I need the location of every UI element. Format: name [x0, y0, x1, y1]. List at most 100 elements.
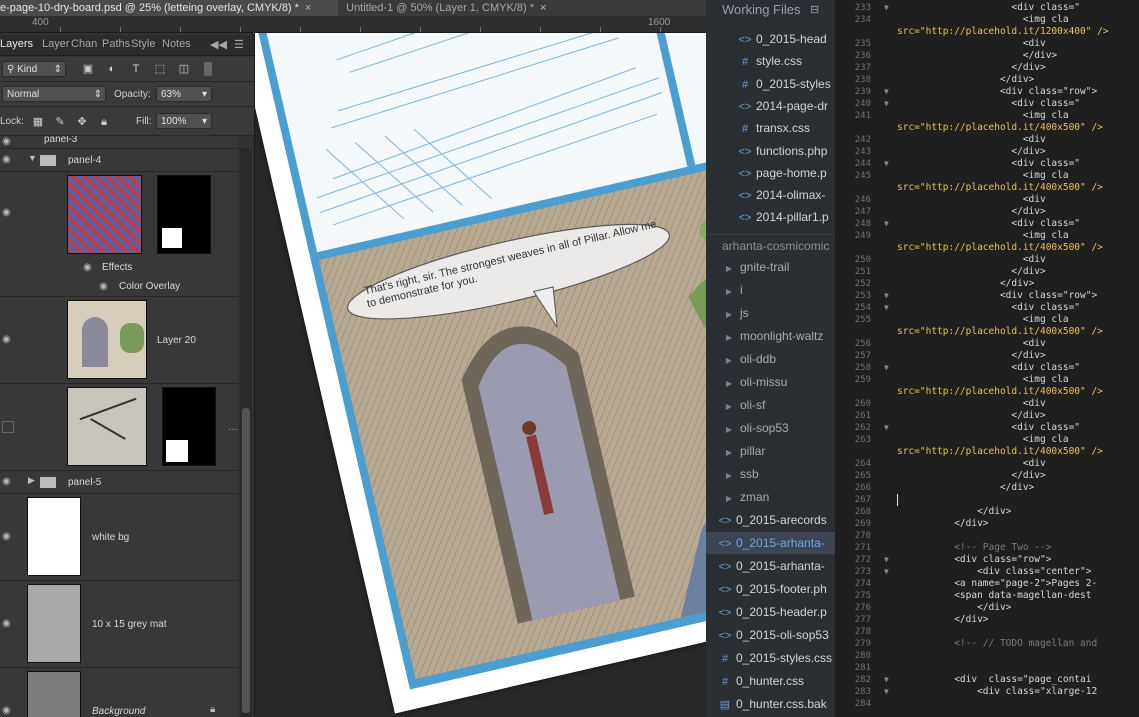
project-file-item[interactable]: #0_hunter.css	[706, 670, 835, 692]
layer-group-row[interactable]: ◉ ▼ panel-4	[0, 149, 238, 172]
fold-arrow-icon[interactable]: ▼	[884, 218, 889, 230]
layer-row[interactable]: ◉ Background 🔒︎	[0, 668, 238, 717]
project-file-item[interactable]: <> 0_2015-header.p	[706, 601, 835, 623]
working-file-item[interactable]: <> functions.php	[706, 140, 835, 162]
eye-icon[interactable]: ◉	[99, 282, 113, 292]
fold-arrow-icon[interactable]: ▼	[884, 566, 889, 578]
lock-transparency-icon[interactable]: ▦	[32, 116, 44, 128]
layer-row[interactable]: …	[0, 384, 238, 471]
code-editor[interactable]: 233 ▼ 234 235 236 237 238 239 ▼ 240 ▼ 241 242 243 244 ▼…	[835, 0, 1139, 717]
tab-paths[interactable]: Paths	[102, 38, 130, 50]
image-filter-icon[interactable]: ▣	[82, 63, 94, 75]
layer-row[interactable]: ◉ ◉ Effects ◉ Color Overlay	[0, 172, 238, 297]
smart-object-filter-icon[interactable]: ◫	[178, 63, 190, 75]
lock-all-icon[interactable]: 🔒︎	[98, 116, 110, 128]
visibility-toggle[interactable]	[2, 421, 14, 433]
layer-row[interactable]: ◉ 10 x 15 grey mat	[0, 581, 238, 668]
tab-channels[interactable]: Chan	[71, 38, 97, 50]
fold-arrow-icon[interactable]: ▼	[884, 98, 889, 110]
eye-icon[interactable]: ◉	[2, 335, 16, 345]
tab-styles[interactable]: Style	[131, 38, 155, 50]
fold-arrow-icon[interactable]: ▼	[884, 686, 889, 698]
shape-filter-icon[interactable]: ⬚	[154, 63, 166, 75]
blend-mode-select[interactable]: Normal ⇕	[2, 86, 106, 102]
layer-row[interactable]: ◉ Layer 20	[0, 297, 238, 384]
folder-item[interactable]: ▶ pillar	[706, 440, 835, 462]
folder-item[interactable]: ▶ oli-sop53	[706, 417, 835, 439]
code-line: src="http://placehold.it/400x500" />	[897, 182, 1103, 193]
layers-scrollbar[interactable]	[240, 148, 252, 717]
scrollbar-thumb[interactable]	[242, 408, 250, 713]
document-canvas[interactable]: That's right, sir. The strongest weaves …	[254, 33, 706, 717]
code-line: <div class="row">	[897, 86, 1098, 97]
project-file-item[interactable]: <> 0_2015-arhanta-	[706, 532, 835, 554]
disclosure-closed-icon[interactable]: ▶	[28, 475, 35, 486]
opacity-input[interactable]: 63% ▾	[156, 86, 212, 102]
tab-layer[interactable]: Layer	[42, 38, 70, 50]
document-tab-active[interactable]: e-page-10-dry-board.psd @ 25% (letteing …	[0, 0, 338, 16]
folder-item[interactable]: ▶ zman	[706, 486, 835, 508]
folder-item[interactable]: ▶ gnite-trail	[706, 256, 835, 278]
filter-kind-select[interactable]: ⚲ Kind ⇕	[2, 61, 66, 77]
eye-icon[interactable]: ◉	[2, 706, 16, 716]
filter-toggle[interactable]	[204, 62, 212, 76]
working-file-item[interactable]: #0_2015-styles	[706, 73, 835, 95]
chevron-right-icon: ▶	[725, 425, 733, 434]
type-filter-icon[interactable]: T	[130, 63, 142, 75]
project-file-item[interactable]: <> 0_2015-arecords	[706, 509, 835, 531]
document-tab[interactable]: Untitled-1 @ 50% (Layer 1, CMYK/8) * ×	[340, 0, 562, 16]
fold-arrow-icon[interactable]: ▼	[884, 362, 889, 374]
eye-icon[interactable]: ◉	[83, 263, 97, 273]
layer-row[interactable]: ◉ panel-3	[0, 136, 238, 149]
folder-item[interactable]: ▶ i	[706, 279, 835, 301]
working-file-item[interactable]: <> 2014-pillar1.p	[706, 206, 835, 228]
folder-item[interactable]: ▶ oli-sf	[706, 394, 835, 416]
code-file-icon: <>	[718, 607, 732, 619]
eye-icon[interactable]: ◉	[2, 137, 16, 147]
working-file-item[interactable]: <> 2014-olimax-	[706, 184, 835, 206]
folder-item[interactable]: ▶ oli-ddb	[706, 348, 835, 370]
folder-item[interactable]: ▶ js	[706, 302, 835, 324]
project-file-item[interactable]: <> 0_2015-arhanta-	[706, 555, 835, 577]
project-file-item[interactable]: <> 0_2015-oli-sop53	[706, 624, 835, 646]
tab-layers[interactable]: Layers	[0, 38, 33, 50]
working-file-item[interactable]: <> 2014-page-dr	[706, 95, 835, 117]
eye-icon[interactable]: ◉	[2, 532, 16, 542]
project-file-item[interactable]: ▤ 0_hunter.css.bak	[706, 693, 835, 715]
fold-arrow-icon[interactable]: ▼	[884, 422, 889, 434]
disclosure-open-icon[interactable]: ▼	[28, 153, 37, 163]
lock-pixels-icon[interactable]: ✎	[54, 116, 66, 128]
eye-icon[interactable]: ◉	[2, 477, 16, 487]
layer-group-row[interactable]: ◉ ▶ panel-5	[0, 471, 238, 494]
collapse-icon[interactable]: ◀◀	[210, 38, 227, 51]
working-file-item[interactable]: # transx.css	[706, 117, 835, 139]
close-icon[interactable]: ×	[305, 2, 311, 14]
folder-item[interactable]: ▶ ssb	[706, 463, 835, 485]
split-view-icon[interactable]: ⊟	[810, 1, 819, 19]
adjustment-filter-icon[interactable]: ◐	[106, 63, 118, 75]
panel-menu-icon[interactable]: ☰	[234, 38, 244, 51]
fold-arrow-icon[interactable]: ▼	[884, 554, 889, 566]
fill-input[interactable]: 100% ▾	[156, 113, 212, 129]
project-file-item[interactable]: #0_2015-styles.css	[706, 647, 835, 669]
fold-arrow-icon[interactable]: ▼	[884, 302, 889, 314]
project-file-item[interactable]: <> 0_2015-footer.ph	[706, 578, 835, 600]
fold-arrow-icon[interactable]: ▼	[884, 290, 889, 302]
folder-item[interactable]: ▶ oli-missu	[706, 371, 835, 393]
eye-icon[interactable]: ◉	[2, 155, 16, 165]
fold-arrow-icon[interactable]: ▼	[884, 674, 889, 686]
fold-arrow-icon[interactable]: ▼	[884, 158, 889, 170]
close-icon[interactable]: ×	[540, 2, 546, 14]
folder-item[interactable]: ▶ moonlight-waltz	[706, 325, 835, 347]
fold-arrow-icon[interactable]: ▼	[884, 86, 889, 98]
project-header[interactable]: arhanta-cosmicomic	[706, 234, 835, 257]
lock-position-icon[interactable]: ✥	[76, 116, 88, 128]
working-file-item[interactable]: <> 0_2015-head	[706, 28, 835, 50]
eye-icon[interactable]: ◉	[2, 619, 16, 629]
fold-arrow-icon[interactable]: ▼	[884, 2, 889, 14]
working-file-item[interactable]: # style.css	[706, 50, 835, 72]
tab-notes[interactable]: Notes	[162, 38, 191, 50]
working-file-item[interactable]: <> page-home.p	[706, 162, 835, 184]
eye-icon[interactable]: ◉	[2, 208, 16, 218]
layer-row[interactable]: ◉ white bg	[0, 494, 238, 581]
